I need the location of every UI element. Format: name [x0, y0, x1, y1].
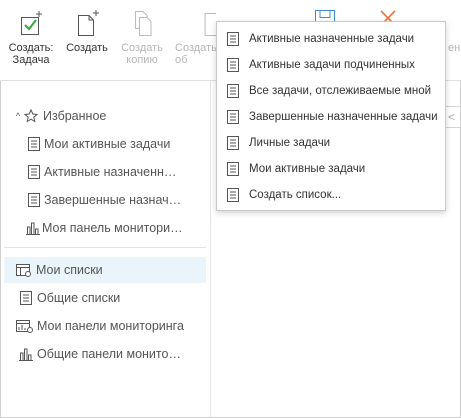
dropdown-item[interactable]: Активные назначенные задачи	[217, 26, 445, 52]
dropdown-item[interactable]: Завершенные назначенные задачи	[217, 104, 445, 130]
copy-document-icon	[130, 9, 154, 37]
list-icon	[217, 110, 249, 124]
dropdown-item-label: Активные задачи подчиненных	[249, 59, 415, 71]
list-icon	[217, 84, 249, 98]
sidebar-item-label: Мои панели мониторинга	[37, 319, 184, 333]
dropdown-item-label: Завершенные назначенные задачи	[249, 111, 438, 123]
save-icon	[313, 8, 337, 22]
create-copy-label: Создать копию	[121, 42, 163, 66]
search-input[interactable]: <	[445, 106, 461, 128]
delete-icon	[378, 8, 398, 22]
favorites-label: Избранное	[43, 109, 107, 123]
list-icon	[24, 137, 44, 151]
dropdown-item-label: Активные назначенные задачи	[249, 33, 415, 45]
dropdown-item[interactable]: Личные задачи	[217, 130, 445, 156]
dropdown-item[interactable]: Мои активные задачи	[217, 156, 445, 182]
dropdown-item-label: Мои активные задачи	[249, 163, 366, 175]
sidebar-item-label: Мои списки	[36, 263, 103, 277]
list-icon	[217, 136, 249, 150]
sidebar-item-label: Общие панели мониторинга	[37, 347, 186, 361]
favorite-item-label: Активные назначенные задачи	[44, 165, 185, 179]
dropdown-item-label: Все задачи, отслеживаемые мной	[249, 85, 432, 97]
dropdown-item-create-list[interactable]: Создать список...	[217, 182, 445, 208]
star-icon	[22, 109, 40, 123]
my-lists-icon	[14, 263, 34, 277]
list-icon	[217, 188, 249, 202]
list-icon	[16, 291, 36, 305]
create-task-label: Создать: Задача	[8, 42, 54, 66]
favorite-item-label: Моя панель мониторинга	[42, 221, 186, 235]
dropdown-item[interactable]: Все задачи, отслеживаемые мной	[217, 78, 445, 104]
create-label: Создать	[66, 42, 108, 54]
create-list-dropdown: Активные назначенные задачи Активные зад…	[216, 21, 446, 211]
pane-separator	[210, 81, 211, 417]
my-dashboards-icon	[14, 319, 36, 333]
create-other-button[interactable]: Создать об	[172, 0, 216, 80]
new-task-icon	[19, 9, 43, 37]
create-button[interactable]: Создать	[62, 0, 112, 80]
favorite-item[interactable]: Моя панель мониторинга	[0, 215, 186, 241]
list-icon	[217, 162, 249, 176]
list-icon	[217, 58, 249, 72]
sidebar-item-my-lists[interactable]: Мои списки	[4, 257, 206, 283]
document-icon	[202, 9, 216, 37]
new-document-icon	[75, 9, 99, 37]
dropdown-item-label: Личные задачи	[249, 137, 331, 149]
dropdown-item[interactable]: Активные задачи подчиненных	[217, 52, 445, 78]
list-icon	[24, 193, 44, 207]
create-task-button[interactable]: Создать: Задача	[0, 0, 62, 80]
favorite-item[interactable]: Активные назначенные задачи	[0, 159, 185, 185]
sidebar-item-shared-dashboards[interactable]: Общие панели мониторинга	[0, 341, 186, 367]
sidebar-item-shared-lists[interactable]: Общие списки	[0, 285, 206, 311]
partial-toolbar-label: ена	[448, 42, 461, 54]
dashboard-icon	[16, 347, 36, 361]
dashboard-icon	[24, 221, 42, 235]
favorite-item-label: Мои активные задачи	[44, 137, 171, 151]
favorite-item-label: Завершенные назначенные задачи	[44, 193, 185, 207]
dropdown-item-label: Создать список...	[249, 189, 342, 201]
list-icon	[24, 165, 44, 179]
sidebar-item-my-dashboards[interactable]: Мои панели мониторинга	[0, 313, 186, 339]
favorites-header[interactable]: ^ Избранное	[0, 103, 206, 129]
sidebar-item-label: Общие списки	[37, 291, 121, 305]
favorite-item[interactable]: Мои активные задачи	[0, 131, 206, 157]
list-icon	[217, 32, 249, 46]
create-other-label: Создать об	[175, 42, 216, 66]
favorite-item[interactable]: Завершенные назначенные задачи	[0, 187, 185, 213]
create-copy-button[interactable]: Создать копию	[114, 0, 170, 80]
chevron-up-icon: ^	[15, 111, 21, 121]
sidebar-divider	[4, 247, 206, 248]
